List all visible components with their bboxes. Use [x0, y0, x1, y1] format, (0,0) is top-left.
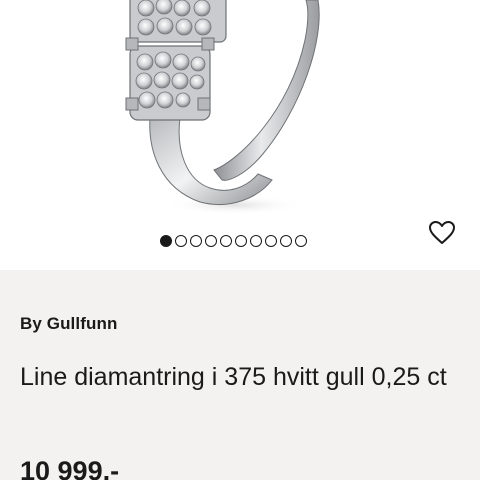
product-image-gallery[interactable] — [0, 0, 480, 270]
pagination-dot[interactable] — [190, 235, 202, 247]
product-info: By Gullfunn Line diamantring i 375 hvitt… — [0, 270, 480, 480]
product-title: Line diamantring i 375 hvitt gull 0,25 c… — [20, 363, 447, 391]
wishlist-button[interactable] — [428, 220, 456, 246]
product-image-ring[interactable] — [0, 0, 480, 270]
heart-outline-icon — [429, 221, 455, 244]
pagination-dot[interactable] — [205, 235, 217, 247]
pagination-dot[interactable] — [250, 235, 262, 247]
pagination-dot[interactable] — [295, 235, 307, 247]
product-price: 10 999,- — [20, 456, 120, 480]
pagination-dot[interactable] — [220, 235, 232, 247]
pagination-dot[interactable] — [160, 235, 172, 247]
pagination-dot[interactable] — [235, 235, 247, 247]
pagination-dot[interactable] — [265, 235, 277, 247]
pagination-dot[interactable] — [175, 235, 187, 247]
pagination-dot[interactable] — [280, 235, 292, 247]
product-brand[interactable]: By Gullfunn — [20, 314, 117, 334]
gallery-pagination — [160, 234, 307, 248]
